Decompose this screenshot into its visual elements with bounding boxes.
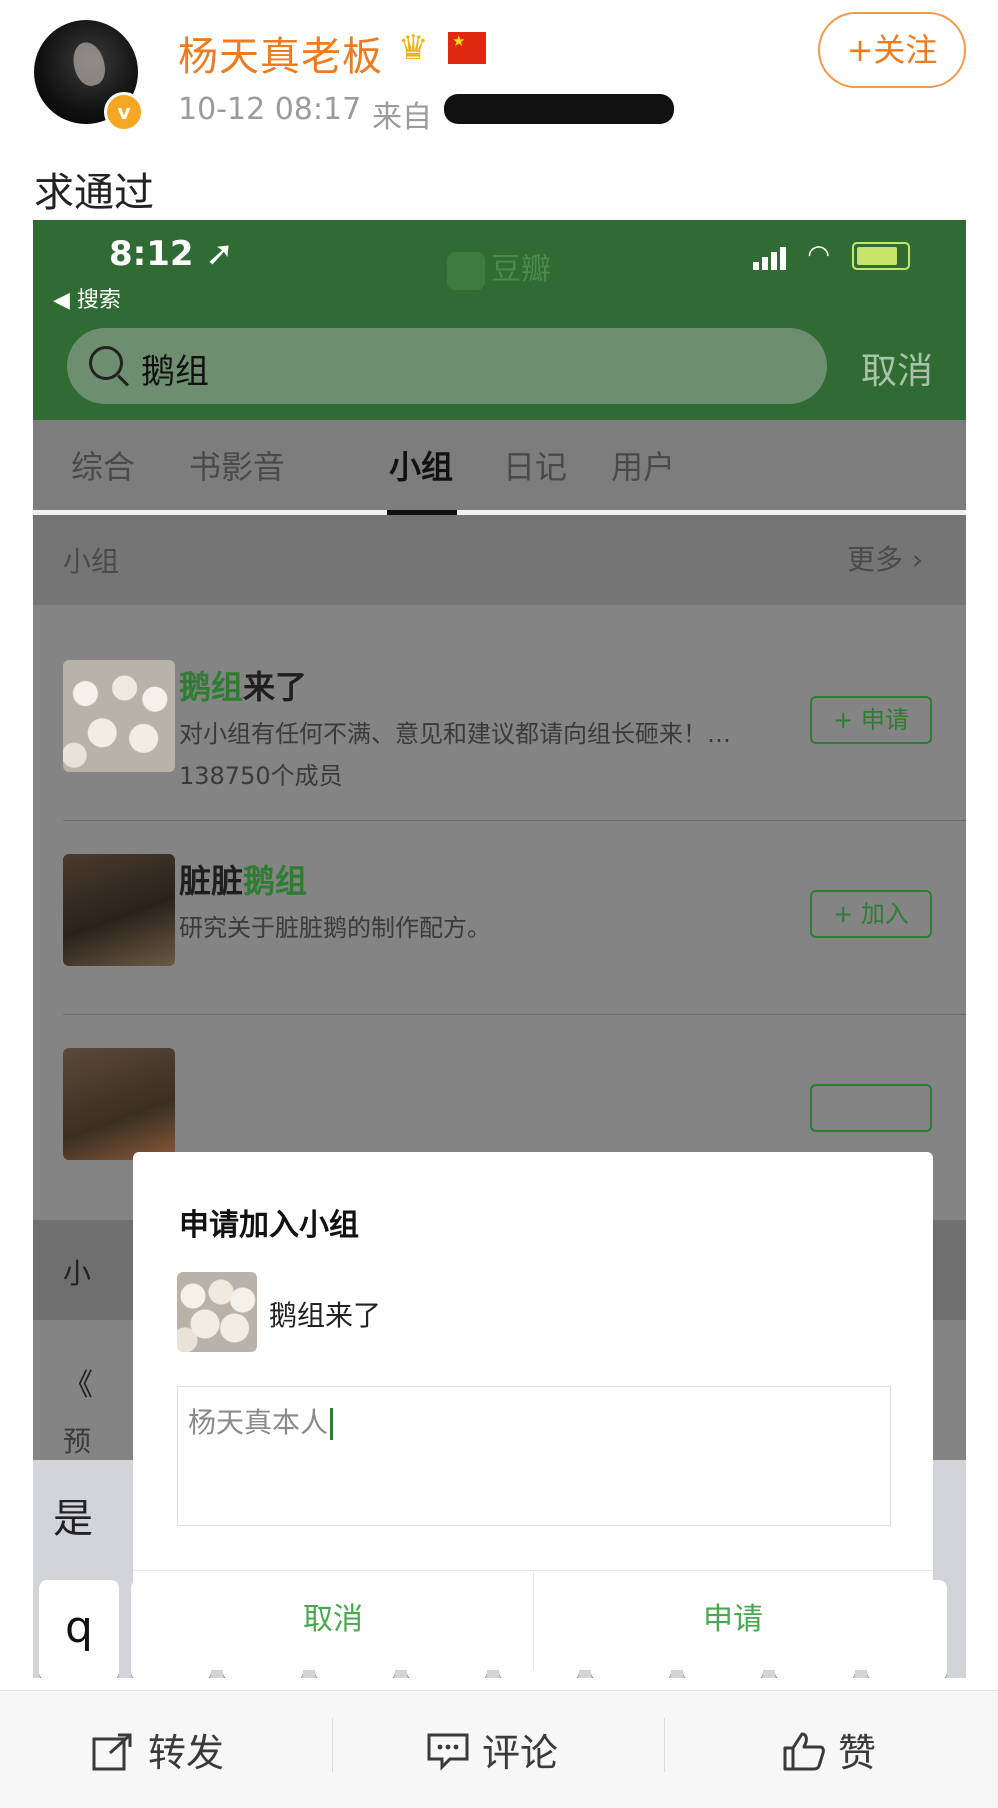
group-member-count: 138750个成员: [179, 762, 343, 790]
apply-reason-text: 杨天真本人: [188, 1401, 334, 1441]
tab-groups[interactable]: 小组: [389, 442, 453, 488]
dialog-apply-button[interactable]: 申请: [533, 1570, 933, 1670]
action-separator: [664, 1718, 665, 1772]
dialog-title: 申请加入小组: [179, 1208, 359, 1243]
crown-icon: ♛: [398, 28, 429, 68]
back-to-search-link[interactable]: ◀ 搜索: [53, 282, 121, 314]
text-caret: [330, 1408, 334, 1440]
post-timestamp: 10-12 08:17: [178, 92, 362, 127]
thumbs-up-icon: [782, 1730, 826, 1781]
tab-diary[interactable]: 日记: [503, 442, 567, 488]
battery-icon: [852, 241, 911, 270]
status-icons: ◠: [753, 240, 911, 270]
comment-button[interactable]: 评论: [426, 1722, 558, 1780]
china-flag-icon: ★: [448, 32, 486, 64]
group-action-button[interactable]: [810, 1084, 932, 1132]
section-title: 小组: [63, 545, 120, 578]
repost-button[interactable]: 转发: [92, 1722, 224, 1780]
key-q[interactable]: q: [39, 1580, 119, 1678]
location-arrow-icon: ➚: [205, 234, 234, 274]
group-name[interactable]: 脏脏鹅组: [179, 856, 307, 902]
tab-books-movies-music[interactable]: 书影音: [189, 442, 285, 488]
dialog-cancel-button[interactable]: 取消: [133, 1570, 533, 1670]
section-title-2: 小: [63, 1257, 92, 1290]
status-clock: 8:12 ➚: [109, 234, 234, 274]
like-button[interactable]: 赞: [782, 1722, 876, 1781]
apply-group-button[interactable]: + 申请: [810, 696, 932, 744]
post-source-prefix: 来自: [372, 100, 432, 135]
group-thumbnail[interactable]: [63, 660, 175, 772]
dialog-group-thumbnail: [177, 1272, 257, 1352]
verified-badge-icon: v: [104, 92, 144, 132]
redaction-bar: [444, 94, 674, 124]
result-tabs: [33, 420, 966, 510]
douban-logo-icon: [447, 251, 485, 290]
candidate-word[interactable]: 是: [53, 1486, 93, 1544]
post-text: 求通过: [34, 170, 154, 216]
article-title[interactable]: 《: [63, 1360, 93, 1404]
share-icon: [92, 1731, 136, 1780]
group-thumbnail[interactable]: [63, 1048, 175, 1160]
wifi-icon: ◠: [807, 240, 830, 270]
comment-icon: [426, 1731, 470, 1780]
embedded-screenshot[interactable]: 8:12 ➚ ◀ 搜索 豆瓣 ◠ 鹅组 取消 综合 书影音 小组 日记 用户 小…: [33, 220, 966, 1678]
article-snippet: 预: [63, 1425, 92, 1458]
group-thumbnail[interactable]: [63, 854, 175, 966]
author-name[interactable]: 杨天真老板: [178, 24, 383, 82]
apply-join-dialog: 申请加入小组 鹅组来了 杨天真本人 取消 申请: [133, 1152, 933, 1670]
list-divider: [63, 1014, 966, 1015]
dialog-group-name: 鹅组来了: [269, 1299, 382, 1332]
group-description: 研究关于脏脏鹅的制作配方。: [179, 914, 491, 942]
tab-users[interactable]: 用户: [611, 442, 675, 488]
group-section-header: [33, 515, 966, 605]
apply-reason-input[interactable]: 杨天真本人: [177, 1386, 891, 1526]
cancel-search-button[interactable]: 取消: [861, 342, 933, 394]
search-query[interactable]: 鹅组: [141, 344, 209, 393]
group-description: 对小组有任何不满、意见和建议都请向组长砸来！…: [179, 720, 731, 748]
signal-icon: [753, 240, 789, 270]
app-logo: 豆瓣: [447, 244, 551, 290]
action-separator: [332, 1718, 333, 1772]
search-icon: [89, 346, 123, 380]
follow-button[interactable]: +关注: [818, 12, 966, 88]
list-divider: [63, 820, 966, 821]
tab-general[interactable]: 综合: [71, 442, 135, 488]
join-group-button[interactable]: + 加入: [810, 890, 932, 938]
avatar-face: [68, 38, 110, 90]
group-name[interactable]: 鹅组来了: [179, 662, 307, 708]
more-link[interactable]: 更多 ›: [847, 538, 923, 578]
